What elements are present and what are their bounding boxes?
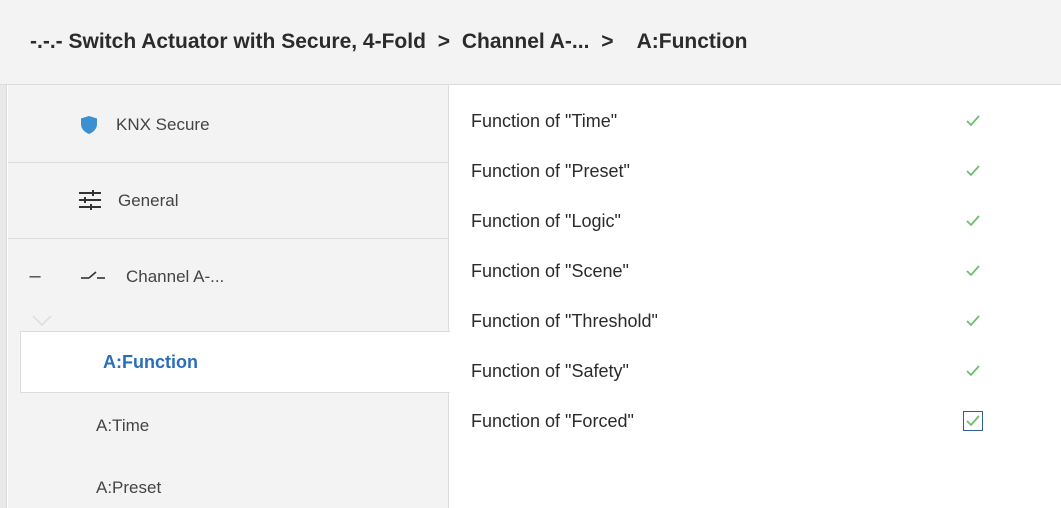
collapse-icon[interactable]: –: [28, 263, 42, 289]
sidebar-item-knx-secure[interactable]: KNX Secure: [8, 87, 449, 163]
function-row-forced: Function of "Forced": [450, 396, 1061, 446]
breadcrumb-separator: >: [437, 30, 451, 53]
checkmark-icon: [966, 165, 980, 177]
function-logic-checkbox[interactable]: [963, 211, 983, 231]
sidebar-item-label: Channel A-...: [126, 267, 225, 286]
breadcrumb-device[interactable]: -.-.- Switch Actuator with Secure, 4-Fol…: [30, 30, 426, 53]
function-row-safety: Function of "Safety": [450, 346, 1061, 396]
header-bar: -.-.- Switch Actuator with Secure, 4-Fol…: [0, 0, 1061, 85]
function-safety-checkbox[interactable]: [963, 361, 983, 381]
sidebar-subitem-a-function[interactable]: A:Function: [20, 331, 458, 393]
function-threshold-checkbox[interactable]: [963, 311, 983, 331]
switch-contact-icon: [80, 269, 106, 283]
shield-icon: [80, 115, 98, 135]
function-forced-checkbox[interactable]: [963, 411, 983, 431]
checkmark-icon: [966, 415, 980, 427]
function-time-checkbox[interactable]: [963, 111, 983, 131]
function-row-scene: Function of "Scene": [450, 246, 1061, 296]
sidebar-item-label: General: [118, 190, 179, 210]
breadcrumb-current: A:Function: [636, 30, 748, 53]
checkmark-icon: [966, 265, 980, 277]
function-label: Function of "Preset": [471, 160, 630, 181]
function-row-time: Function of "Time": [450, 96, 1061, 146]
function-label: Function of "Logic": [471, 210, 621, 231]
breadcrumb: -.-.- Switch Actuator with Secure, 4-Fol…: [30, 30, 747, 54]
breadcrumb-separator: >: [601, 30, 614, 53]
parameter-panel: Function of "Time" Function of "Preset" …: [450, 85, 1061, 508]
breadcrumb-channel[interactable]: Channel A-...: [462, 30, 590, 53]
sidebar-subitem-label: A:Time: [96, 416, 150, 435]
function-label: Function of "Threshold": [471, 310, 658, 331]
checkmark-icon: [966, 365, 980, 377]
left-edge-strip: [0, 85, 7, 508]
sidebar-subitem-label: A:Function: [103, 351, 198, 372]
checkmark-icon: [966, 315, 980, 327]
function-preset-checkbox[interactable]: [963, 161, 983, 181]
checkmark-icon: [966, 115, 980, 127]
sliders-icon: [78, 189, 102, 211]
function-label: Function of "Time": [471, 110, 618, 131]
sidebar-item-label: KNX Secure: [116, 114, 210, 134]
function-row-threshold: Function of "Threshold": [450, 296, 1061, 346]
checkmark-icon: [966, 215, 980, 227]
sidebar-subitem-label: A:Preset: [96, 478, 162, 497]
sidebar-item-channel-a[interactable]: – Channel A-...: [8, 239, 449, 315]
function-row-logic: Function of "Logic": [450, 196, 1061, 246]
function-label: Function of "Safety": [471, 360, 629, 381]
sidebar-subitem-a-time[interactable]: A:Time: [8, 395, 449, 457]
function-scene-checkbox[interactable]: [963, 261, 983, 281]
function-label: Function of "Forced": [471, 410, 634, 431]
sidebar: KNX Secure General – Channel A-... A:Fun…: [8, 85, 458, 508]
function-label: Function of "Scene": [471, 260, 629, 281]
function-row-preset: Function of "Preset": [450, 146, 1061, 196]
sidebar-subitem-a-preset[interactable]: A:Preset: [8, 457, 449, 508]
sidebar-item-general[interactable]: General: [8, 163, 449, 239]
